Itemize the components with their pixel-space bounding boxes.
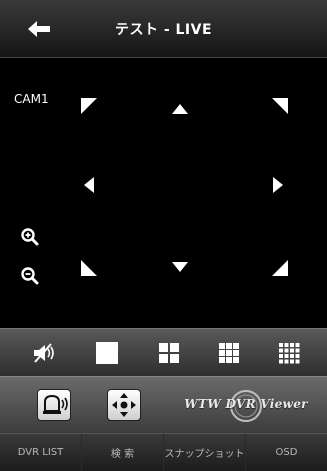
ptz-down-right-icon[interactable] <box>268 256 290 278</box>
brand-text: WTW DVR Viewer <box>184 397 308 411</box>
brand-logo: WTW DVR Viewer <box>178 388 314 424</box>
header-bar: テスト - LIVE <box>0 0 327 58</box>
ptz-right-icon[interactable] <box>267 174 289 196</box>
tab-osd[interactable]: OSD <box>246 434 327 471</box>
zoom-out-icon[interactable] <box>20 266 40 286</box>
ptz-down-icon[interactable] <box>169 256 191 278</box>
mute-speaker-icon[interactable] <box>32 341 56 365</box>
layout-quad-icon[interactable] <box>157 341 181 365</box>
zoom-in-icon[interactable] <box>20 227 40 247</box>
layout-toolbar <box>0 328 327 376</box>
tab-search[interactable]: 検 索 <box>82 434 164 471</box>
page-title: テスト - LIVE <box>114 22 213 38</box>
layout-nine-icon[interactable] <box>217 341 241 365</box>
bottom-tab-bar: DVR LIST 検 索 スナップショット OSD <box>0 433 327 471</box>
alarm-light-icon <box>43 394 68 414</box>
ptz-control-button[interactable] <box>107 389 141 421</box>
ptz-left-icon[interactable] <box>78 174 100 196</box>
layout-single-icon[interactable] <box>95 341 119 365</box>
ptz-up-right-icon[interactable] <box>268 96 290 118</box>
layout-sixteen-icon[interactable] <box>277 341 301 365</box>
tab-snapshot[interactable]: スナップショット <box>164 434 246 471</box>
ptz-up-left-icon[interactable] <box>79 96 101 118</box>
tab-dvr-list[interactable]: DVR LIST <box>0 434 82 471</box>
camera-label: CAM1 <box>14 92 49 106</box>
move-arrows-icon <box>112 393 136 417</box>
ptz-up-icon[interactable] <box>169 98 191 120</box>
ptz-down-left-icon[interactable] <box>79 256 101 278</box>
alarm-button[interactable] <box>37 389 71 421</box>
